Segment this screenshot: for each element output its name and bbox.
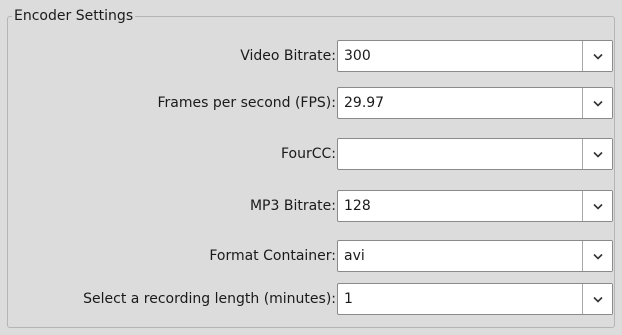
fourcc-label: FourCC: (280, 146, 336, 162)
chevron-down-icon (592, 100, 603, 107)
recording-length-label: Select a recording length (minutes): (83, 291, 336, 307)
video-bitrate-dropdown-button[interactable] (582, 41, 612, 71)
recording-length-combobox[interactable]: 1 (337, 283, 613, 315)
mp3-bitrate-dropdown-button[interactable] (582, 191, 612, 221)
fps-combobox[interactable]: 29.97 (337, 87, 613, 119)
chevron-down-icon (592, 53, 603, 60)
chevron-down-icon (592, 296, 603, 303)
video-bitrate-label: Video Bitrate: (240, 48, 336, 64)
format-container-dropdown-button[interactable] (582, 241, 612, 271)
fps-dropdown-button[interactable] (582, 88, 612, 118)
format-container-value[interactable]: avi (338, 241, 582, 271)
fps-value[interactable]: 29.97 (338, 88, 582, 118)
encoder-settings-panel: Encoder Settings Video Bitrate: 300 Fram… (0, 0, 622, 335)
recording-length-value[interactable]: 1 (338, 284, 582, 314)
chevron-down-icon (592, 151, 603, 158)
chevron-down-icon (592, 253, 603, 260)
video-bitrate-combobox[interactable]: 300 (337, 40, 613, 72)
mp3-bitrate-label: MP3 Bitrate: (249, 198, 336, 214)
mp3-bitrate-value[interactable]: 128 (338, 191, 582, 221)
fourcc-combobox[interactable] (337, 138, 613, 170)
group-title: Encoder Settings (12, 7, 136, 25)
fourcc-dropdown-button[interactable] (582, 139, 612, 169)
recording-length-dropdown-button[interactable] (582, 284, 612, 314)
video-bitrate-value[interactable]: 300 (338, 41, 582, 71)
mp3-bitrate-combobox[interactable]: 128 (337, 190, 613, 222)
chevron-down-icon (592, 203, 603, 210)
format-container-label: Format Container: (209, 248, 336, 264)
format-container-combobox[interactable]: avi (337, 240, 613, 272)
fourcc-value[interactable] (338, 139, 582, 169)
fps-label: Frames per second (FPS): (157, 95, 336, 111)
